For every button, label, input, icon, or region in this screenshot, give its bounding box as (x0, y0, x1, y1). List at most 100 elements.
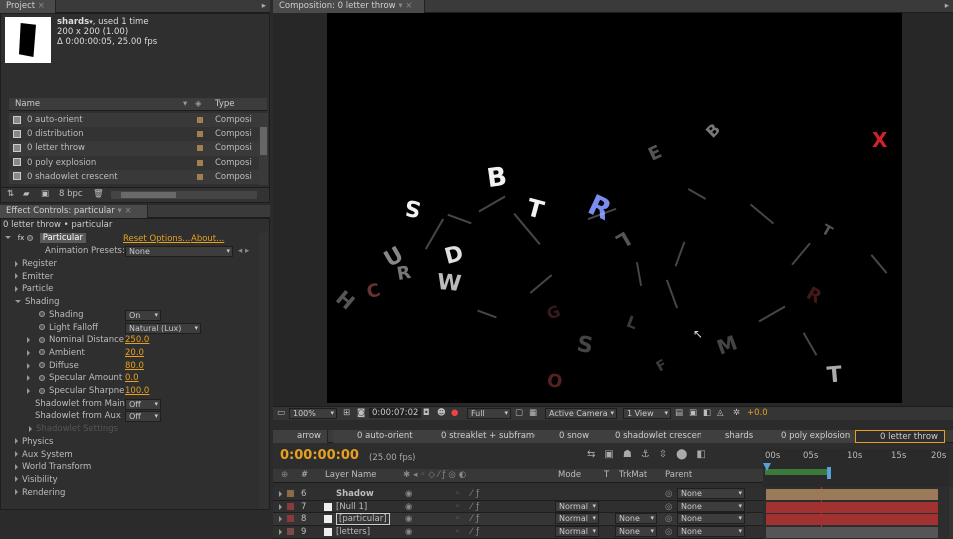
label-swatch[interactable] (287, 490, 294, 497)
layer-mode-dropdown[interactable]: Normal (555, 500, 599, 512)
fx-group[interactable]: Shadowlet Settings (29, 423, 118, 436)
timeline-tab[interactable]: 0 shadowlet crescent (591, 430, 713, 443)
label-swatch[interactable] (287, 515, 294, 523)
layer-mode-dropdown[interactable]: Normal (555, 526, 599, 538)
project-item[interactable]: 0 poly explosion Composi (9, 155, 259, 170)
layer-expand-icon[interactable] (279, 516, 282, 523)
tab-project[interactable]: Project × (0, 0, 56, 13)
expand-triangle-icon[interactable] (15, 438, 18, 445)
layer-duration-bar[interactable] (766, 489, 938, 500)
project-item[interactable]: 0 letter throw Composi (9, 141, 259, 156)
layer-parent-dropdown[interactable]: None (677, 488, 745, 499)
comp-canvas[interactable]: BSTRDWURXEBTMSLHCTORGFL (327, 13, 902, 403)
expand-triangle-icon[interactable] (27, 375, 30, 382)
expand-triangle-icon[interactable] (15, 285, 18, 292)
expand-triangle-icon[interactable] (15, 273, 18, 280)
timeline-tab[interactable]: 0 poly explosion (757, 430, 858, 443)
col-name[interactable]: Name (15, 98, 40, 111)
fx-property-dropdown[interactable]: On (125, 309, 161, 321)
expand-triangle-icon[interactable] (15, 489, 18, 496)
stopwatch-icon[interactable] (39, 374, 45, 381)
tab-effect-controls[interactable]: Effect Controls: particular ▾ × (0, 205, 148, 218)
trash-icon[interactable]: 🗑 (93, 189, 104, 199)
pickwhip-icon[interactable]: ◎ (665, 501, 672, 513)
pickwhip-icon[interactable]: ◎ (665, 513, 672, 525)
pickwhip-icon[interactable]: ◎ (665, 526, 672, 538)
layer-parent-dropdown[interactable]: None (677, 500, 745, 512)
layer-trkmat-dropdown[interactable]: None (615, 526, 657, 538)
timeline-layer-row[interactable]: 6 Shadow ◉ ◦ ⁄ƒ ◎ None (273, 488, 763, 501)
fx-group[interactable]: Rendering (15, 487, 65, 500)
exposure-value[interactable]: +0.0 (747, 408, 768, 418)
visibility-eye-icon[interactable]: ◉ (405, 501, 412, 513)
expand-triangle-icon[interactable] (27, 349, 30, 356)
folder-icon[interactable]: ▰ (23, 189, 30, 199)
fx-property-value[interactable]: 250.0 (125, 334, 149, 346)
visibility-eye-icon[interactable]: ◉ (405, 488, 412, 500)
footer-scrollbar[interactable] (111, 191, 257, 199)
flowchart-icon[interactable]: ◬ (717, 408, 724, 418)
expand-triangle-icon[interactable] (15, 451, 18, 457)
expand-triangle-icon[interactable] (15, 300, 21, 304)
expand-triangle-icon[interactable] (15, 260, 18, 267)
label-swatch[interactable] (197, 173, 203, 180)
timeline-layer-row[interactable]: 8 [particular] ◉ ◦ ⁄ƒ Normal None ◎ None (273, 513, 763, 527)
fx-property-dropdown[interactable]: Natural (Lux) (125, 322, 201, 334)
stopwatch-icon[interactable] (39, 362, 45, 369)
timeline-tab[interactable]: arrow (273, 430, 329, 443)
label-swatch[interactable] (197, 159, 203, 166)
layer-name[interactable]: [Null 1] (336, 501, 367, 513)
fx-group[interactable]: Physics (15, 436, 53, 449)
label-swatch[interactable] (197, 131, 203, 138)
label-swatch[interactable] (287, 502, 294, 510)
camera-dropdown[interactable]: Active Camera (545, 408, 617, 419)
fx-property-dropdown[interactable]: Off (125, 411, 161, 423)
zoom-dropdown[interactable]: 100% (289, 408, 337, 419)
col-layer-name[interactable]: Layer Name (325, 470, 376, 480)
label-swatch[interactable] (197, 117, 203, 123)
layer-duration-bar[interactable] (766, 501, 938, 513)
timeline-layer-row[interactable]: 9 [letters] ◉ ◦ ⁄ƒ Normal None ◎ None (273, 526, 763, 539)
sort-icon[interactable]: ▾ (183, 98, 187, 111)
label-swatch[interactable] (287, 528, 294, 536)
fx-property-value[interactable]: 20.0 (125, 347, 144, 359)
fx-expand-icon[interactable] (5, 236, 11, 239)
col-type[interactable]: Type (215, 98, 235, 111)
camera-snap-icon[interactable]: ◙ (357, 408, 365, 418)
comp-panel-menu-icon[interactable]: ▸ (945, 1, 949, 11)
reset-options-link[interactable]: Reset Options... (123, 234, 190, 244)
layer-name[interactable]: Shadow (336, 488, 374, 500)
exposure-icon[interactable]: ✲ (733, 408, 740, 418)
fx-name[interactable]: Particular (39, 233, 86, 243)
expand-triangle-icon[interactable] (15, 463, 18, 470)
interpret-icon[interactable]: ⇅ (7, 189, 14, 199)
effect-scrollbar[interactable] (259, 233, 268, 509)
preview-icon[interactable]: ▭ (277, 408, 285, 418)
panel-menu-icon[interactable]: ▸ (262, 1, 266, 11)
snapshot-icon[interactable]: ◘ (423, 408, 430, 418)
comp-viewer[interactable]: BSTRDWURXEBTMSLHCTORGFL ↖ (273, 13, 953, 406)
about-link[interactable]: About... (191, 234, 224, 244)
visibility-eye-icon[interactable]: ◉ (405, 526, 412, 538)
label-swatch[interactable] (197, 145, 203, 152)
col-trkmat[interactable]: TrkMat (619, 470, 647, 480)
layer-expand-icon[interactable] (279, 503, 282, 510)
layer-name[interactable]: [particular] (336, 513, 390, 526)
fx-group[interactable]: Visibility (15, 474, 58, 487)
tab-composition[interactable]: Composition: 0 letter throw ▾ × (273, 0, 425, 13)
visibility-eye-icon[interactable]: ◉ (405, 513, 412, 525)
switch-icons[interactable]: ◦ ⁄ƒ (455, 526, 483, 538)
expand-triangle-icon[interactable] (29, 425, 32, 432)
expand-triangle-icon[interactable] (27, 388, 30, 394)
grid-icon[interactable]: ⊞ (343, 408, 350, 418)
fx-property-value[interactable]: 0.0 (125, 372, 139, 384)
project-scrollbar[interactable] (259, 113, 268, 185)
switch-icons[interactable]: ◦ ⁄ƒ (455, 513, 483, 525)
fx-group[interactable]: Aux System (15, 449, 73, 462)
layer-duration-bar[interactable] (766, 514, 938, 526)
layer-parent-dropdown[interactable]: None (677, 526, 745, 538)
fx-group[interactable]: Shading (15, 296, 60, 309)
bpc-label[interactable]: 8 bpc (59, 189, 83, 199)
switch-icons[interactable]: ◦ ⁄ƒ (455, 501, 483, 513)
comp-timecode[interactable]: 0:00:07:02 (369, 408, 422, 418)
